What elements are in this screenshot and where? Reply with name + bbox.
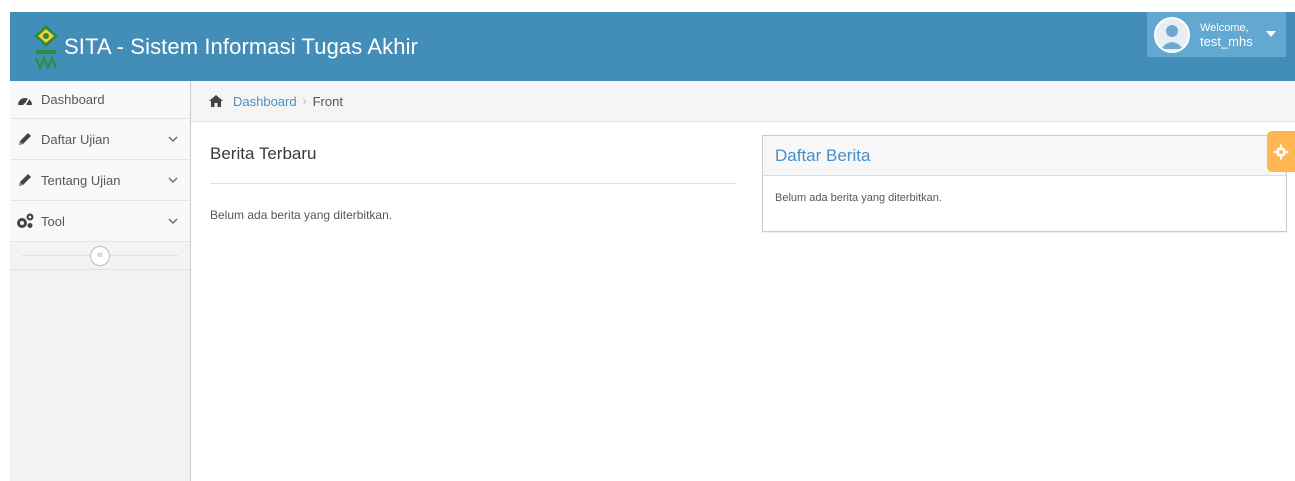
avatar [1154,16,1190,53]
widget-body: Belum ada berita yang diterbitkan. [763,176,1286,204]
divider [210,183,736,184]
sidebar-item-label: Dashboard [41,92,105,107]
sidebar-item-daftar-ujian[interactable]: Daftar Ujian [10,119,190,160]
gear-icon [1273,144,1289,159]
user-info: Welcome, test_mhs [1200,22,1253,48]
navbar: SITA - Sistem Informasi Tugas Akhir Welc… [10,12,1295,81]
chevron-down-icon [168,177,178,183]
sidebar-item-tool[interactable]: Tool [10,201,190,242]
page-title: Berita Terbaru [210,144,317,163]
sidebar-item-label: Tentang Ujian [41,172,121,188]
username: test_mhs [1200,33,1253,49]
news-widget: Daftar Berita Belum ada berita yang dite… [762,135,1287,232]
top-strip [0,0,1295,12]
chevron-down-icon [168,136,178,142]
pencil-icon [16,131,34,147]
sidebar: Dashboard Daftar Ujian Tentang Ujian Too… [10,81,191,481]
breadcrumb-dashboard-link[interactable]: Dashboard [233,94,297,109]
empty-news-message: Belum ada berita yang diterbitkan. [210,208,393,222]
tachometer-icon [16,92,34,108]
widget-empty-message: Belum ada berita yang diterbitkan. [775,192,942,204]
caret-down-icon [1266,31,1276,37]
uin-logo-icon [34,25,58,70]
widget-header: Daftar Berita [763,136,1286,176]
welcome-label: Welcome, [1200,21,1249,34]
app-title: SITA - Sistem Informasi Tugas Akhir [64,34,418,59]
sidebar-item-label: Tool [41,213,65,229]
widget-title: Daftar Berita [775,145,871,165]
sidebar-collapse-bar: « [10,242,190,270]
breadcrumb-separator: › [302,94,307,108]
sidebar-item-dashboard[interactable]: Dashboard [10,81,190,119]
sidebar-item-tentang-ujian[interactable]: Tentang Ujian [10,160,190,201]
home-icon [209,95,223,107]
cogs-icon [16,213,34,229]
sidebar-item-label: Daftar Ujian [41,131,110,147]
settings-button[interactable] [1267,131,1295,172]
breadcrumb: Dashboard › Front [191,81,1295,122]
brand[interactable]: SITA - Sistem Informasi Tugas Akhir [32,24,418,70]
user-avatar-icon [1156,18,1188,51]
pencil-icon [16,172,34,188]
breadcrumb-current: Front [312,93,343,109]
chevron-down-icon [168,218,178,224]
sidebar-collapse-button[interactable]: « [90,246,110,266]
user-menu[interactable]: Welcome, test_mhs [1147,12,1286,57]
